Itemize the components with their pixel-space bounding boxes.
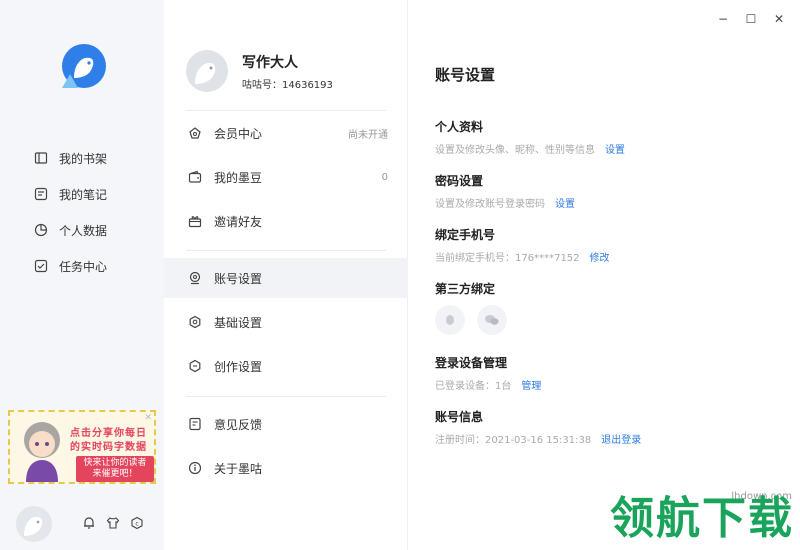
section-desc: 设置及修改账号登录密码 <box>435 199 545 210</box>
password-set-link[interactable]: 设置 <box>555 199 575 210</box>
devices-manage-link[interactable]: 管理 <box>521 381 541 392</box>
section-devices: 登录设备管理 已登录设备：1台 管理 <box>435 354 775 392</box>
section-password: 密码设置 设置及修改账号登录密码 设置 <box>435 172 775 210</box>
menu-item-label: 我的墨豆 <box>214 170 263 185</box>
banner-close-icon[interactable]: ✕ <box>144 413 152 423</box>
wechat-icon[interactable] <box>477 305 507 335</box>
section-desc: 已登录设备：1台 <box>435 381 512 392</box>
window-controls: − ☐ ✕ <box>716 12 786 26</box>
note-icon <box>34 187 48 201</box>
menu-item-creation-settings[interactable]: 创作设置 <box>164 346 408 386</box>
sidebar: 我的书架 我的笔记 个人数据 任务中心 点击分享你每日 的实时码字数据 快来让你… <box>0 0 164 550</box>
profile-uid: 咕咕号：14636193 <box>242 79 333 91</box>
task-icon <box>34 259 48 273</box>
maximize-button[interactable]: ☐ <box>744 12 758 26</box>
section-desc: 注册时间：2021-03-16 15:31:38 <box>435 435 592 446</box>
menu-item-label: 邀请好友 <box>214 214 263 229</box>
section-desc: 当前绑定手机号：176****7152 <box>435 253 580 264</box>
menu-item-invite-friends[interactable]: 邀请好友 <box>164 201 408 241</box>
minimize-button[interactable]: − <box>716 12 730 26</box>
sidebar-item-label: 个人数据 <box>59 223 108 238</box>
sidebar-item-bookshelf[interactable]: 我的书架 <box>34 140 107 176</box>
divider <box>186 250 386 251</box>
sidebar-item-personal-data[interactable]: 个人数据 <box>34 212 107 248</box>
pie-chart-icon <box>34 223 48 237</box>
sidebar-item-task-center[interactable]: 任务中心 <box>34 248 107 284</box>
divider <box>186 110 386 111</box>
profile-set-link[interactable]: 设置 <box>605 145 625 156</box>
watermark: 领航下载 <box>610 493 794 544</box>
menu-item-feedback[interactable]: 意见反馈 <box>164 404 408 444</box>
vip-icon <box>188 126 202 140</box>
menu-item-label: 关于墨咕 <box>214 461 263 476</box>
settings-menu: 写作大人 咕咕号：14636193 会员中心 尚未开通 我的墨豆 0 邀请好友 … <box>164 0 408 550</box>
banner-line-1: 点击分享你每日 <box>70 428 147 439</box>
menu-item-basic-settings[interactable]: 基础设置 <box>164 302 408 342</box>
share-banner[interactable]: 点击分享你每日 的实时码字数据 快来让你的读者来催更吧！ ✕ <box>8 410 156 484</box>
menu-item-vip-center[interactable]: 会员中心 尚未开通 <box>164 113 408 153</box>
section-title: 第三方绑定 <box>435 282 496 296</box>
section-profile: 个人资料 设置及修改头像、昵称、性别等信息 设置 <box>435 118 775 156</box>
feedback-icon <box>188 417 202 431</box>
menu-item-label: 基础设置 <box>214 315 263 330</box>
settings-icon <box>188 315 202 329</box>
close-button[interactable]: ✕ <box>772 12 786 26</box>
section-title: 绑定手机号 <box>435 228 496 242</box>
gift-icon <box>188 214 202 228</box>
bell-icon[interactable] <box>82 516 96 530</box>
menu-item-label: 账号设置 <box>214 271 263 286</box>
phone-modify-link[interactable]: 修改 <box>590 253 610 264</box>
banner-line-3: 快来让你的读者来催更吧！ <box>76 456 154 482</box>
menu-item-label: 创作设置 <box>214 359 263 374</box>
section-desc: 设置及修改头像、昵称、性别等信息 <box>435 145 595 156</box>
character-illustration <box>16 416 68 482</box>
wallet-icon <box>188 170 202 184</box>
profile-card[interactable]: 写作大人 咕咕号：14636193 <box>186 50 333 92</box>
beans-count: 0 <box>381 171 388 183</box>
section-title: 登录设备管理 <box>435 356 508 370</box>
sidebar-item-label: 我的笔记 <box>59 187 108 202</box>
bottom-toolbar: c <box>82 516 144 530</box>
divider <box>186 396 386 397</box>
coin-icon[interactable]: c <box>130 516 144 530</box>
qq-icon[interactable] <box>435 305 465 335</box>
info-icon <box>188 461 202 475</box>
sidebar-nav: 我的书架 我的笔记 个人数据 任务中心 <box>34 140 107 284</box>
section-title: 密码设置 <box>435 174 484 188</box>
menu-item-account-settings[interactable]: 账号设置 <box>164 258 408 298</box>
shirt-icon[interactable] <box>106 516 120 530</box>
section-account-info: 账号信息 注册时间：2021-03-16 15:31:38 退出登录 <box>435 408 775 446</box>
menu-item-label: 会员中心 <box>214 126 263 141</box>
page-title: 账号设置 <box>435 66 496 84</box>
profile-name: 写作大人 <box>242 54 298 71</box>
user-settings-icon <box>188 271 202 285</box>
section-third-party: 第三方绑定 <box>435 280 775 335</box>
menu-item-label: 意见反馈 <box>214 417 263 432</box>
sidebar-item-notes[interactable]: 我的笔记 <box>34 176 107 212</box>
section-title: 个人资料 <box>435 120 484 134</box>
app-logo <box>60 44 106 90</box>
section-title: 账号信息 <box>435 410 484 424</box>
banner-line-2: 的实时码字数据 <box>70 442 147 453</box>
section-phone: 绑定手机号 当前绑定手机号：176****7152 修改 <box>435 226 775 264</box>
menu-item-beans[interactable]: 我的墨豆 0 <box>164 157 408 197</box>
logout-link[interactable]: 退出登录 <box>601 435 641 446</box>
edit-settings-icon <box>188 359 202 373</box>
sidebar-item-label: 任务中心 <box>59 259 108 274</box>
svg-text:c: c <box>135 521 138 528</box>
profile-avatar[interactable] <box>186 50 228 92</box>
vip-status: 尚未开通 <box>348 129 388 141</box>
avatar[interactable] <box>16 506 52 542</box>
sidebar-item-label: 我的书架 <box>59 151 108 166</box>
book-icon <box>34 151 48 165</box>
menu-item-about[interactable]: 关于墨咕 <box>164 448 408 488</box>
